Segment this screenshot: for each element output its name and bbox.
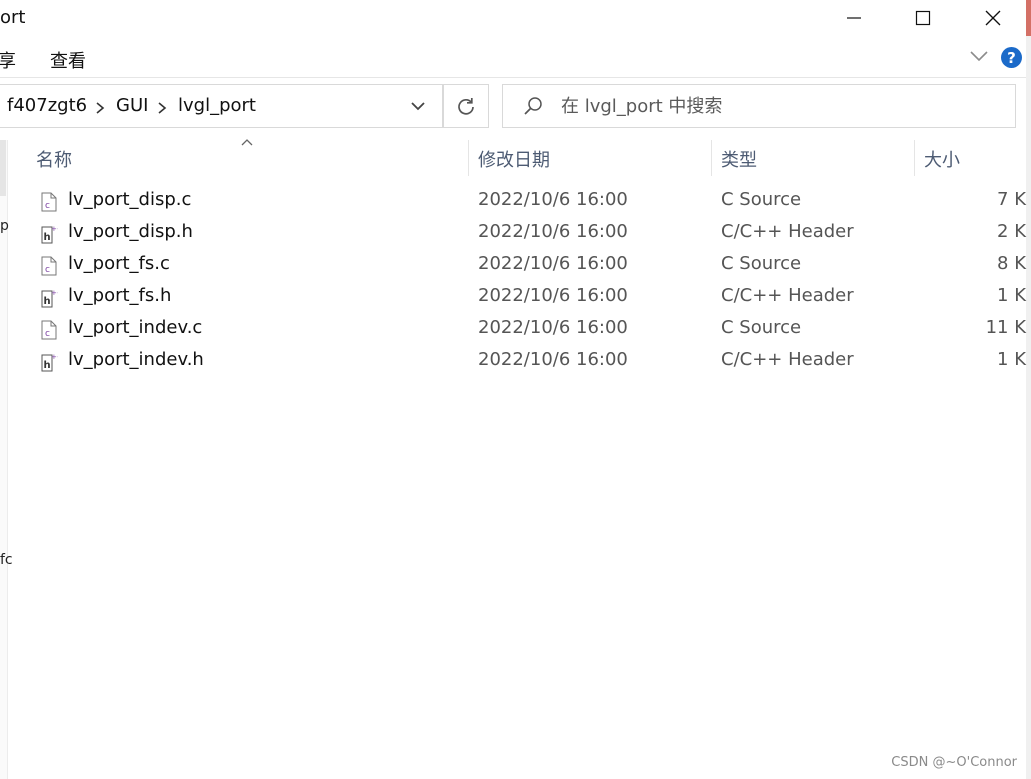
search-box[interactable] [502, 84, 1016, 128]
file-size: 7 K [997, 189, 1026, 210]
breadcrumb-lvgl-port[interactable]: lvgl_port [178, 95, 256, 116]
close-icon [985, 10, 1001, 26]
file-date: 2022/10/6 16:00 [478, 349, 628, 370]
svg-text:c: c [45, 329, 50, 339]
file-type: C Source [721, 253, 802, 274]
file-name: lv_port_disp.c [68, 189, 192, 210]
maximize-button[interactable] [888, 0, 958, 36]
nav-selected-item[interactable] [0, 140, 6, 196]
tab-view[interactable]: 查看 [50, 47, 86, 73]
address-bar[interactable]: f407zgt6 GUI lvgl_port [0, 84, 443, 128]
help-button[interactable]: ? [1001, 47, 1022, 68]
breadcrumb-separator-icon[interactable] [95, 100, 105, 119]
svg-text:++: ++ [51, 225, 58, 233]
column-divider[interactable] [468, 140, 469, 176]
file-type: C Source [721, 189, 802, 210]
file-row[interactable]: h++ lv_port_indev.h 2022/10/6 16:00 C/C+… [8, 345, 1026, 377]
address-history-button[interactable] [409, 97, 427, 116]
file-row[interactable]: h++ lv_port_disp.h 2022/10/6 16:00 C/C++… [8, 217, 1026, 249]
file-size: 11 K [985, 317, 1026, 338]
file-name: lv_port_fs.c [68, 253, 170, 274]
column-divider[interactable] [914, 140, 915, 176]
svg-text:h: h [44, 296, 51, 307]
file-row[interactable]: c lv_port_indev.c 2022/10/6 16:00 C Sour… [8, 313, 1026, 345]
file-name: lv_port_indev.h [68, 349, 204, 370]
chevron-down-icon [970, 51, 988, 62]
svg-text:h: h [44, 360, 51, 371]
file-type: C/C++ Header [721, 221, 854, 242]
column-header-date[interactable]: 修改日期 [478, 146, 550, 172]
navigation-pane[interactable] [0, 140, 8, 779]
c-source-file-icon: c [40, 192, 58, 216]
file-size: 2 K [997, 221, 1026, 242]
file-row[interactable]: h++ lv_port_fs.h 2022/10/6 16:00 C/C++ H… [8, 281, 1026, 313]
breadcrumb-separator-icon[interactable] [157, 100, 167, 119]
cpp-header-file-icon: h++ [40, 288, 63, 312]
tab-share[interactable]: 享 [0, 47, 16, 73]
search-icon [523, 96, 543, 120]
file-size: 8 K [997, 253, 1026, 274]
file-size: 1 K [997, 349, 1026, 370]
search-input[interactable] [561, 93, 1001, 119]
file-date: 2022/10/6 16:00 [478, 253, 628, 274]
column-divider[interactable] [711, 140, 712, 176]
file-type: C/C++ Header [721, 349, 854, 370]
file-type: C/C++ Header [721, 285, 854, 306]
window-edge [1026, 0, 1031, 779]
breadcrumb-f407zgt6[interactable]: f407zgt6 [7, 95, 87, 116]
watermark: CSDN @~O'Connor [891, 755, 1017, 770]
c-source-file-icon: c [40, 320, 58, 344]
column-header-size[interactable]: 大小 [924, 146, 960, 172]
nav-item-fragment[interactable]: fc [0, 552, 13, 568]
svg-text:c: c [45, 201, 50, 211]
window-title: ort [0, 7, 26, 28]
minimize-icon [847, 17, 861, 19]
file-date: 2022/10/6 16:00 [478, 221, 628, 242]
minimize-button[interactable] [819, 0, 889, 36]
file-type: C Source [721, 317, 802, 338]
file-date: 2022/10/6 16:00 [478, 189, 628, 210]
svg-text:++: ++ [51, 289, 58, 297]
cpp-header-file-icon: h++ [40, 352, 63, 376]
ribbon-bar: 享 查看 ? [0, 36, 1026, 78]
svg-text:h: h [44, 232, 51, 243]
column-header-name[interactable]: 名称 [36, 146, 72, 172]
file-name: lv_port_indev.c [68, 317, 203, 338]
refresh-button[interactable] [443, 84, 489, 128]
file-name: lv_port_disp.h [68, 221, 193, 242]
file-date: 2022/10/6 16:00 [478, 285, 628, 306]
refresh-icon [458, 98, 474, 115]
close-button[interactable] [958, 0, 1028, 36]
chevron-down-icon [411, 102, 425, 111]
maximize-icon [915, 10, 931, 26]
file-row[interactable]: c lv_port_disp.c 2022/10/6 16:00 C Sourc… [8, 185, 1026, 217]
svg-text:++: ++ [51, 353, 58, 361]
file-row[interactable]: c lv_port_fs.c 2022/10/6 16:00 C Source … [8, 249, 1026, 281]
expand-ribbon-button[interactable] [969, 48, 989, 67]
file-date: 2022/10/6 16:00 [478, 317, 628, 338]
svg-text:c: c [45, 265, 50, 275]
sort-ascending-icon [240, 132, 254, 151]
cpp-header-file-icon: h++ [40, 224, 63, 248]
title-bar: ort [0, 0, 1026, 36]
breadcrumb-gui[interactable]: GUI [116, 95, 148, 116]
column-header-type[interactable]: 类型 [721, 146, 757, 172]
file-size: 1 K [997, 285, 1026, 306]
file-name: lv_port_fs.h [68, 285, 172, 306]
c-source-file-icon: c [40, 256, 58, 280]
